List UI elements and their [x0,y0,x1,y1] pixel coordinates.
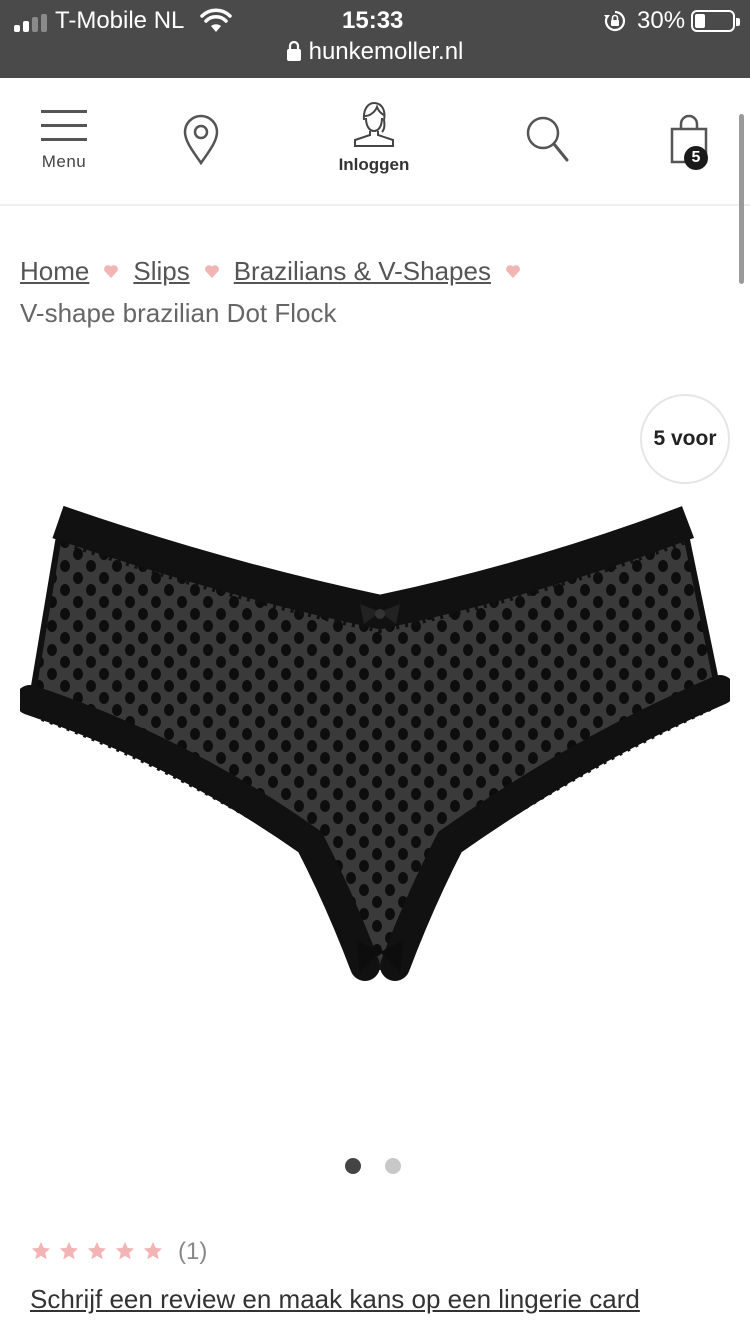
login-label: Inloggen [338,155,410,174]
scrollbar[interactable] [739,114,744,284]
bag-count-badge: 5 [684,146,708,170]
address-bar[interactable]: hunkemoller.nl [0,38,750,70]
product-image[interactable] [20,500,730,990]
account-icon [354,101,394,147]
clock: 15:33 [342,7,404,34]
search-button[interactable] [524,114,570,169]
breadcrumb-current: V-shape brazilian Dot Flock [20,298,337,328]
battery-percentage: 30% [637,7,686,34]
padlock-icon [286,41,301,61]
menu-label: Menu [41,152,87,171]
search-icon [526,116,569,162]
url-text: hunkemoller.nl [308,38,464,65]
carrier-name: T-Mobile NL [55,7,185,34]
store-locator-button[interactable] [182,114,220,171]
status-bar: T-Mobile NL 15:33 30% hunkemoller.nl [0,0,750,78]
promo-badge: 5 voor [640,394,730,484]
battery-icon [691,10,740,32]
carousel-dot-2[interactable] [385,1158,401,1174]
carousel-dot-1[interactable] [345,1158,361,1174]
wifi-icon [200,8,232,32]
signal-icon [14,14,48,32]
star-icon [115,1241,135,1260]
heart-separator-icon [204,265,219,278]
orientation-lock-icon [604,10,626,32]
shopping-bag-button[interactable]: 5 [664,114,714,170]
store-locator-icon [183,114,219,166]
breadcrumb-slips[interactable]: Slips [133,256,189,286]
write-review-link[interactable]: Schrijf een review en maak kans op een l… [30,1284,640,1315]
login-button[interactable]: Inloggen [335,100,413,175]
heart-separator-icon [104,265,119,278]
menu-icon [28,110,100,141]
menu-button[interactable]: Menu [28,110,100,172]
star-icon [87,1241,107,1260]
breadcrumb-home[interactable]: Home [20,256,89,286]
star-icon [59,1241,79,1260]
review-count: (1) [178,1238,208,1265]
breadcrumb-brazilians[interactable]: Brazilians & V-Shapes [234,256,491,286]
site-header: Menu Inloggen 5 [0,78,750,206]
heart-separator-icon [506,265,520,278]
star-icon [143,1241,163,1260]
star-icon [31,1241,51,1260]
breadcrumb: Home Slips Brazilians & V-Shapes V-shape b… [20,250,720,334]
